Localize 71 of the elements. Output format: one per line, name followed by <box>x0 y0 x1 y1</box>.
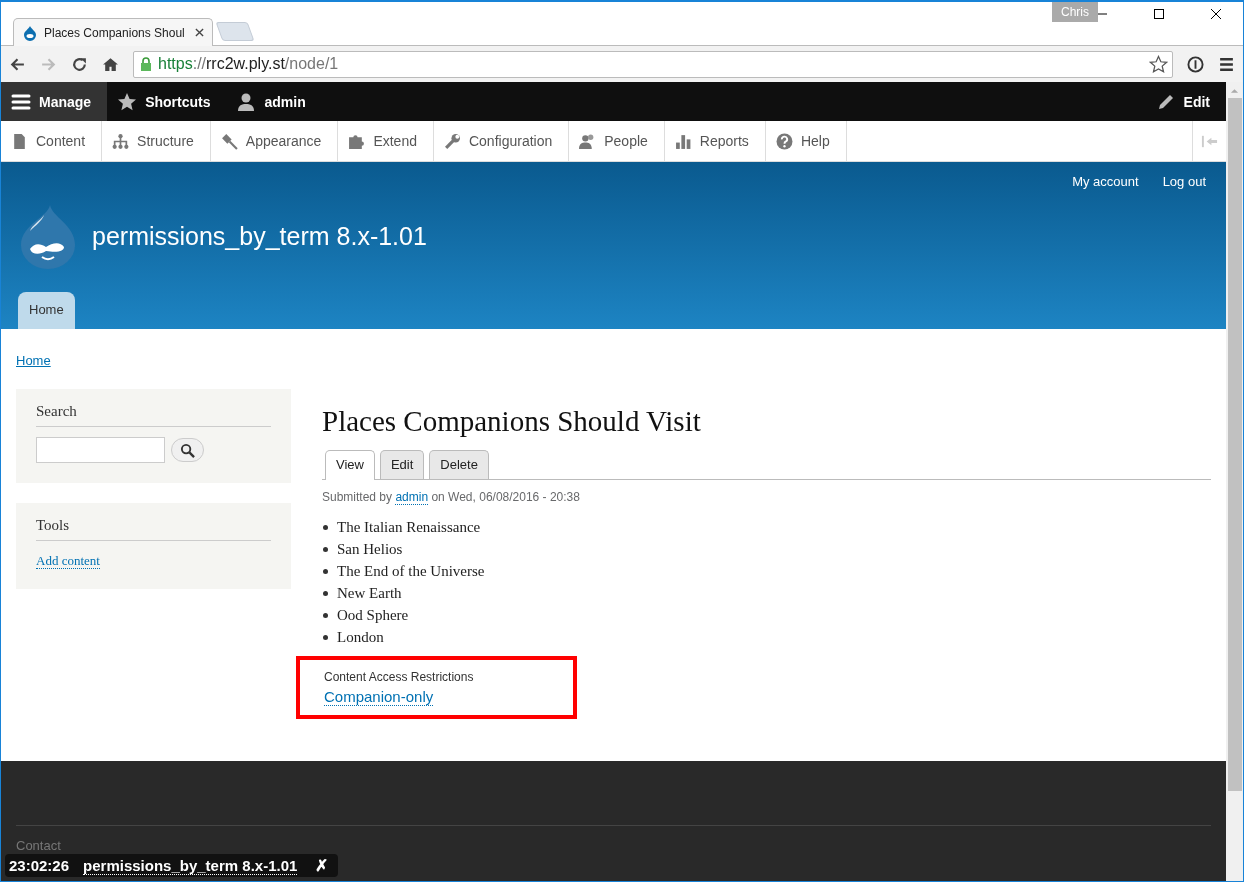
breadcrumb-link[interactable]: Home <box>16 353 51 368</box>
lock-icon <box>140 57 152 71</box>
browser-tab[interactable]: Places Companions Shoul <box>13 18 213 46</box>
close-button[interactable]: ✗ <box>315 856 329 875</box>
hierarchy-icon <box>112 132 130 150</box>
bullet-icon <box>323 568 328 574</box>
bullet-icon <box>323 524 328 530</box>
edit-button[interactable]: Edit <box>1145 82 1226 121</box>
home-icon[interactable] <box>102 55 119 73</box>
reload-icon[interactable] <box>71 55 88 73</box>
toolbar-tab[interactable]: Manage <box>1 82 108 121</box>
admin-menu-item[interactable]: Configuration <box>433 121 570 161</box>
site-name[interactable]: permissions_by_term 8.x-1.01 <box>92 221 427 251</box>
list-item: Ood Sphere <box>337 606 409 624</box>
page-icon <box>11 132 28 150</box>
toolbar-tab[interactable]: admin <box>226 82 322 121</box>
scroll-thumb[interactable] <box>1227 98 1242 791</box>
site-label-link[interactable]: permissions_by_term 8.x-1.01 <box>83 856 298 875</box>
help-icon <box>775 132 793 150</box>
list-item: San Helios <box>337 540 403 558</box>
admin-menu-item[interactable]: Appearance <box>210 121 339 161</box>
bullet-icon <box>323 590 328 596</box>
search-button[interactable] <box>171 438 204 462</box>
bullet-icon <box>323 612 328 618</box>
nav-tab[interactable]: Home <box>18 292 75 329</box>
admin-menu-item[interactable]: Structure <box>102 121 211 161</box>
block-title: Tools <box>36 517 271 541</box>
list-item: London <box>337 628 384 646</box>
admin-menu-item[interactable]: Content <box>1 121 103 161</box>
account-link[interactable]: My account <box>1072 174 1139 189</box>
wrench-icon <box>443 132 461 150</box>
add-content-link[interactable]: Add content <box>36 553 100 569</box>
author-link[interactable]: admin <box>395 490 429 505</box>
search-field[interactable] <box>36 437 165 463</box>
admin-menu-item[interactable]: People <box>569 121 665 161</box>
term-link[interactable]: Companion-only <box>324 688 434 706</box>
bullet-icon <box>323 634 328 640</box>
toolbar-tab[interactable]: Shortcuts <box>107 82 227 121</box>
block-title: Search <box>36 403 271 427</box>
bookmark-star-icon[interactable] <box>1149 54 1168 74</box>
admin-menu-item[interactable]: Reports <box>664 121 766 161</box>
drop-logo-icon <box>22 24 38 41</box>
bar-chart-icon <box>674 132 692 150</box>
list-item: The End of the Universe <box>337 562 485 580</box>
close-icon[interactable] <box>1210 8 1222 20</box>
drop-logo-icon <box>18 203 78 269</box>
submitted-info: Submitted by admin on Wed, 06/08/2016 - 20:38 <box>322 490 581 504</box>
local-tab[interactable]: View <box>325 450 375 480</box>
admin-menu-item[interactable]: Extend <box>338 121 434 161</box>
local-tab[interactable]: Delete <box>429 450 489 479</box>
field-label: Content Access Restrictions <box>324 670 474 684</box>
puzzle-icon <box>348 132 366 150</box>
tab-title: Places Companions Shoul <box>44 25 186 40</box>
user-icon <box>236 91 257 112</box>
page-title: Places Companions Should Visit <box>322 405 702 438</box>
url-field[interactable]: https://rrc2w.ply.st/node/1 <box>133 50 1173 78</box>
scrollbar[interactable] <box>1226 82 1243 881</box>
search-icon <box>180 442 195 458</box>
account-link[interactable]: Log out <box>1162 174 1206 189</box>
maximize-icon[interactable] <box>1153 8 1165 20</box>
extension-icon[interactable] <box>1187 55 1204 73</box>
bullet-icon <box>323 546 328 552</box>
time-label: 23:02:26 <box>9 857 70 874</box>
star-icon <box>117 91 138 112</box>
brush-icon <box>220 132 238 150</box>
list-item: The Italian Renaissance <box>337 518 481 536</box>
local-tab[interactable]: Edit <box>379 450 425 479</box>
list-item: New Earth <box>337 584 402 602</box>
admin-menu-item[interactable]: Help <box>765 121 847 161</box>
menu-icon[interactable] <box>1218 55 1235 73</box>
close-icon[interactable] <box>195 28 204 37</box>
